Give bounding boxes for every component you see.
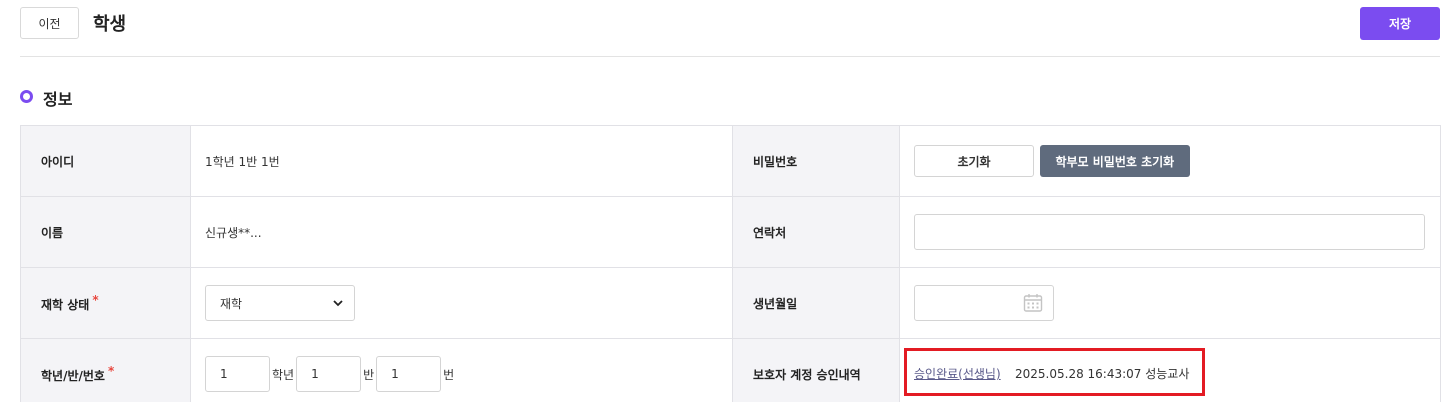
- name-value: 신규생**...: [190, 196, 733, 268]
- status-label: 재학 상태: [41, 298, 90, 312]
- id-label: 아이디: [20, 125, 191, 197]
- birthdate-picker[interactable]: [914, 285, 1054, 321]
- class-input[interactable]: 1: [296, 356, 362, 392]
- status-select[interactable]: 재학: [205, 285, 355, 321]
- page-title: 학생: [93, 14, 127, 35]
- status-label-cell: 재학 상태 *: [20, 267, 191, 339]
- name-label: 이름: [20, 196, 191, 268]
- reset-password-button[interactable]: 초기화: [914, 145, 1034, 177]
- password-label: 비밀번호: [732, 125, 900, 197]
- status-select-value: 재학: [220, 296, 243, 311]
- contact-input[interactable]: [914, 214, 1425, 250]
- table-row: 재학 상태 * 재학 생년월일: [20, 267, 1441, 339]
- id-value: 1학년 1반 1번: [190, 125, 733, 197]
- reset-parent-password-button[interactable]: 학부모 비밀번호 초기화: [1039, 145, 1190, 177]
- table-row: 이름 신규생**... 연락처: [20, 196, 1441, 268]
- guardian-label: 보호자 계정 승인내역: [732, 338, 900, 402]
- table-row: 학년/반/번호 * 1 학년 1 반 1 번 보호자 계정 승인내역: [20, 338, 1441, 402]
- number-input[interactable]: 1: [376, 356, 442, 392]
- section-bullet-icon: [20, 90, 33, 103]
- approval-info: 2025.05.28 16:43:07 성능교사: [1015, 367, 1190, 381]
- section-title: 정보: [43, 90, 73, 109]
- class-label-cell: 학년/반/번호 *: [20, 338, 191, 402]
- required-mark: *: [107, 364, 115, 378]
- header-divider: [20, 56, 1440, 57]
- birthdate-label: 생년월일: [732, 267, 900, 339]
- contact-label: 연락처: [732, 196, 900, 268]
- class-unit: 반: [363, 367, 375, 382]
- required-mark: *: [92, 293, 99, 307]
- grade-input[interactable]: 1: [205, 356, 270, 392]
- chevron-down-icon: [333, 300, 343, 307]
- calendar-icon: [1023, 294, 1043, 312]
- back-button[interactable]: 이전: [20, 7, 79, 39]
- student-info-table: 아이디 1학년 1반 1번 비밀번호 초기화 학부모 비밀번호 초기화 이름 신…: [20, 125, 1441, 402]
- password-actions: 초기화 학부모 비밀번호 초기화: [899, 125, 1441, 197]
- approval-status-link[interactable]: 승인완료(선생님): [914, 365, 1001, 382]
- class-label: 학년/반/번호: [41, 369, 105, 383]
- save-button[interactable]: 저장: [1360, 7, 1440, 40]
- number-unit: 번: [443, 367, 455, 382]
- table-row: 아이디 1학년 1반 1번 비밀번호 초기화 학부모 비밀번호 초기화: [20, 125, 1441, 197]
- grade-unit: 학년: [272, 367, 295, 382]
